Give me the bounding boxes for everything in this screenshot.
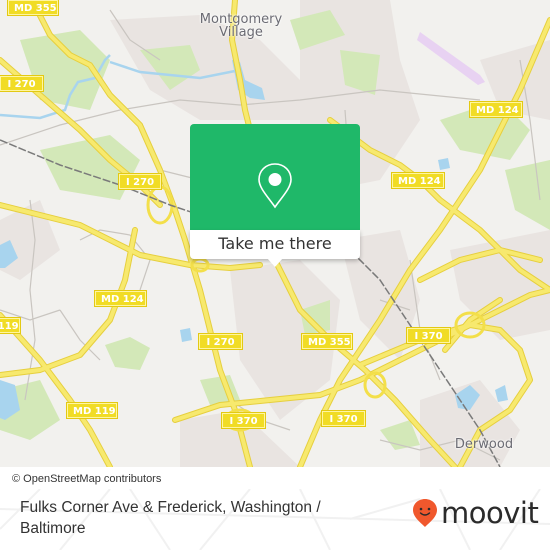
take-me-there-label[interactable]: Take me there	[190, 230, 360, 258]
road-label-i-370: I 370	[406, 327, 451, 344]
stop-title: Fulks Corner Ave & Frederick, Washington…	[20, 499, 321, 537]
location-popup[interactable]: Take me there	[190, 124, 360, 267]
place-label-derwood: Derwood	[454, 437, 514, 452]
road-label-i-270: I 270	[118, 173, 162, 190]
footer: Fulks Corner Ave & Frederick, Washington…	[0, 489, 550, 550]
road-label-md-119: MD 119	[66, 402, 118, 419]
road-label-md-124: MD 124	[94, 290, 147, 307]
road-label-i-270: I 270	[198, 333, 243, 350]
road-label-md-355: MD 355	[301, 333, 353, 350]
road-label-i-370: I 370	[221, 412, 266, 429]
take-me-there-button[interactable]: Take me there	[190, 230, 360, 259]
airport-runway	[417, 32, 485, 85]
place-label-montgomery-village: Montgomery Village	[199, 12, 283, 40]
road-label-md-355: MD 355	[7, 0, 59, 16]
moovit-smiley-pin-icon	[413, 499, 437, 527]
road-label-i-270: I 270	[0, 75, 44, 92]
moovit-wordmark: moovit	[441, 496, 539, 530]
popup-pointer	[267, 258, 283, 267]
road-label-i-370: I 370	[321, 410, 366, 427]
map-view[interactable]: MD 355 I 270 I 270 MD 124 MD 124 MD 124 …	[0, 0, 550, 467]
road-label-md-119: MD 119	[0, 317, 21, 334]
road-label-md-124: MD 124	[391, 172, 445, 189]
moovit-logo[interactable]: moovit	[412, 494, 539, 532]
popup-header[interactable]	[190, 124, 360, 230]
map-pin-icon	[258, 163, 292, 209]
road-label-md-124: MD 124	[469, 101, 523, 118]
map-attribution[interactable]: © OpenStreetMap contributors	[0, 470, 168, 489]
